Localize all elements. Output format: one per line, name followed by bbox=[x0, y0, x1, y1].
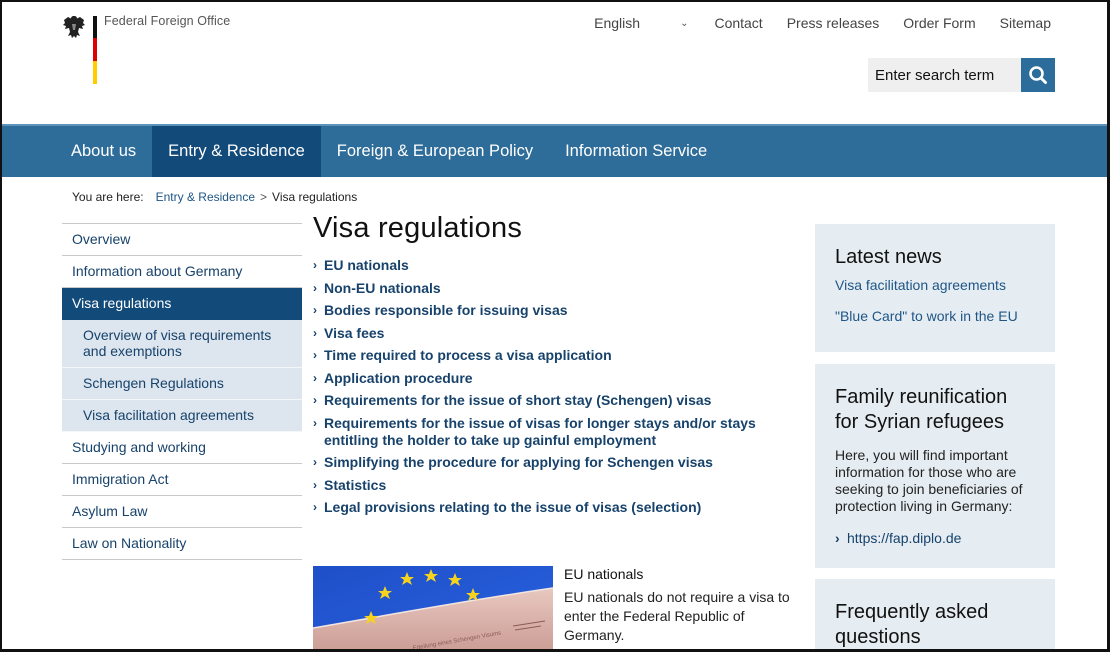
chevron-right-icon: › bbox=[313, 455, 317, 469]
breadcrumb-label: You are here: bbox=[72, 190, 144, 204]
search-input[interactable] bbox=[868, 58, 1021, 92]
chevron-right-icon: › bbox=[313, 477, 317, 492]
news-link-blue-card[interactable]: "Blue Card" to work in the EU bbox=[835, 308, 1035, 324]
service-nav: English ⌄ Contact Press releases Order F… bbox=[594, 15, 1051, 31]
sidebar-item-information-about-germany[interactable]: Information about Germany bbox=[62, 256, 302, 288]
language-label: English bbox=[594, 15, 641, 31]
anchor-link-list: › EU nationals › Non-EU nationals › Bodies … bbox=[313, 257, 803, 516]
sidebar-nav: Overview Information about Germany Visa … bbox=[62, 223, 302, 560]
breadcrumb-entry-residence[interactable]: Entry & Residence bbox=[156, 190, 255, 204]
eu-flag-visa-image[interactable]: Erteilung eines Schengen Visums bbox=[313, 566, 553, 649]
sidebar-item-overview[interactable]: Overview bbox=[62, 224, 302, 256]
anchor-link[interactable]: › Visa fees bbox=[313, 325, 803, 342]
news-link-visa-facilitation[interactable]: Visa facilitation agreements bbox=[835, 277, 1035, 293]
chevron-right-icon: › bbox=[313, 370, 317, 385]
sidebar-item-asylum-law[interactable]: Asylum Law bbox=[62, 496, 302, 528]
anchor-link[interactable]: › Simplifying the procedure for applying … bbox=[313, 454, 803, 471]
main-content: Visa regulations › EU nationals › Non-EU n… bbox=[313, 212, 803, 522]
logo[interactable]: Federal Foreign Office bbox=[62, 14, 230, 84]
anchor-link[interactable]: › Time required to process a visa applica… bbox=[313, 347, 803, 364]
page-title: Visa regulations bbox=[313, 212, 523, 244]
sidebar-item-overview-visa-requirements[interactable]: Overview of visa requirements and exempt… bbox=[62, 320, 302, 368]
breadcrumb-separator: > bbox=[260, 190, 268, 204]
breadcrumb: You are here: Entry & Residence > Visa r… bbox=[72, 190, 357, 204]
sitemap-link[interactable]: Sitemap bbox=[1000, 15, 1051, 31]
anchor-link[interactable]: › Non-EU nationals bbox=[313, 280, 803, 297]
sidebar-item-visa-facilitation[interactable]: Visa facilitation agreements bbox=[62, 400, 302, 432]
sidebar-item-studying-working[interactable]: Studying and working bbox=[62, 432, 302, 464]
fap-link-label: https://fap.diplo.de bbox=[847, 530, 962, 546]
chevron-right-icon: › bbox=[313, 280, 317, 295]
language-select[interactable]: English ⌄ bbox=[594, 15, 688, 31]
anchor-link[interactable]: › Legal provisions relating to the issue … bbox=[313, 499, 803, 516]
search-icon bbox=[1029, 66, 1047, 84]
chevron-right-icon: › bbox=[313, 415, 317, 430]
sidebar-item-immigration-act[interactable]: Immigration Act bbox=[62, 464, 302, 496]
faq-box: Frequently asked questions bbox=[815, 579, 1055, 649]
main-nav: About us Entry & Residence Foreign & Eur… bbox=[2, 124, 1107, 177]
anchor-link[interactable]: › Bodies responsible for issuing visas bbox=[313, 302, 803, 319]
latest-news-title: Latest news bbox=[835, 246, 942, 268]
nav-information-service[interactable]: Information Service bbox=[549, 126, 723, 177]
nav-entry-residence[interactable]: Entry & Residence bbox=[152, 126, 321, 177]
teaser-text: EU nationals EU nationals do not require… bbox=[564, 566, 804, 649]
faq-title[interactable]: Frequently asked questions bbox=[835, 600, 1035, 649]
nav-about-us[interactable]: About us bbox=[60, 126, 152, 177]
anchor-link[interactable]: › Requirements for the issue of visas for… bbox=[313, 415, 803, 449]
family-reunification-box: Family reunification for Syrian refugees… bbox=[815, 364, 1055, 568]
teaser-description: EU nationals do not require a visa to en… bbox=[564, 589, 790, 643]
fap-link[interactable]: › https://fap.diplo.de bbox=[835, 530, 1035, 546]
contact-link[interactable]: Contact bbox=[714, 15, 762, 31]
german-flag-bar bbox=[93, 16, 97, 84]
chevron-right-icon: › bbox=[313, 393, 317, 407]
sidebar-item-schengen-regulations[interactable]: Schengen Regulations bbox=[62, 368, 302, 400]
press-releases-link[interactable]: Press releases bbox=[787, 15, 880, 31]
chevron-right-icon: › bbox=[313, 325, 317, 340]
breadcrumb-current: Visa regulations bbox=[272, 190, 358, 204]
eu-nationals-teaser: Erteilung eines Schengen Visums EU natio… bbox=[313, 566, 804, 649]
teaser-title[interactable]: EU nationals bbox=[564, 566, 804, 582]
chevron-right-icon: › bbox=[313, 500, 317, 514]
order-form-link[interactable]: Order Form bbox=[903, 15, 975, 31]
anchor-link[interactable]: › EU nationals bbox=[313, 257, 803, 274]
chevron-right-icon: › bbox=[313, 258, 317, 272]
chevron-right-icon: › bbox=[313, 303, 317, 317]
federal-eagle-icon bbox=[63, 16, 85, 38]
chevron-right-icon: › bbox=[835, 530, 840, 546]
latest-news-box: Latest news Visa facilitation agreements… bbox=[815, 224, 1055, 352]
sidebar-item-visa-regulations[interactable]: Visa regulations bbox=[62, 288, 302, 320]
chevron-down-icon: ⌄ bbox=[680, 17, 689, 29]
search-button[interactable] bbox=[1021, 58, 1055, 92]
family-reunification-text: Here, you will find important informatio… bbox=[835, 447, 1023, 514]
nav-foreign-european-policy[interactable]: Foreign & European Policy bbox=[321, 126, 549, 177]
org-name: Federal Foreign Office bbox=[104, 14, 231, 28]
sidebar-item-law-on-nationality[interactable]: Law on Nationality bbox=[62, 528, 302, 560]
eu-flag-photo: Erteilung eines Schengen Visums bbox=[313, 566, 553, 649]
anchor-link[interactable]: › Statistics bbox=[313, 477, 803, 494]
family-reunification-title: Family reunification for Syrian refugees bbox=[835, 386, 1008, 433]
page: Federal Foreign Office English ⌄ Contact… bbox=[0, 0, 1110, 652]
chevron-right-icon: › bbox=[313, 348, 317, 362]
anchor-link[interactable]: › Requirements for the issue of short sta… bbox=[313, 392, 803, 409]
search-form bbox=[868, 58, 1055, 92]
anchor-link[interactable]: › Application procedure bbox=[313, 370, 803, 387]
